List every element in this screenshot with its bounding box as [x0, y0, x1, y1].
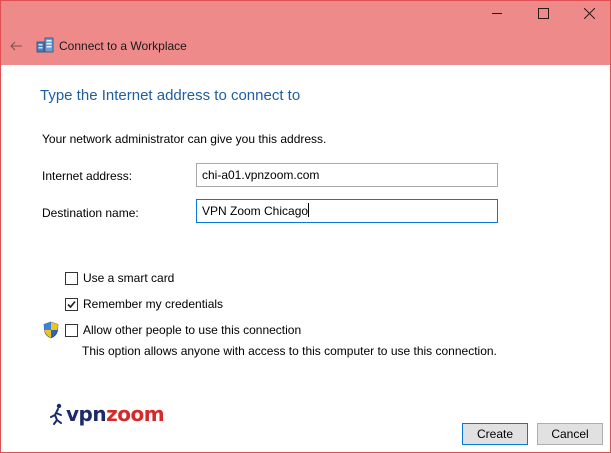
destination-name-value: VPN Zoom Chicago	[202, 204, 309, 218]
internet-address-value: chi-a01.vpnzoom.com	[202, 168, 320, 182]
minimize-icon	[492, 13, 502, 14]
checkmark-icon	[67, 300, 76, 308]
remember-credentials-checkbox[interactable]	[65, 297, 78, 311]
minimize-button[interactable]	[474, 1, 520, 25]
internet-address-input[interactable]: chi-a01.vpnzoom.com	[196, 163, 498, 187]
logo-text: vpnzoom	[66, 402, 165, 426]
admin-note: Your network administrator can give you …	[42, 132, 327, 146]
smart-card-label: Use a smart card	[83, 271, 175, 285]
destination-name-input[interactable]: VPN Zoom Chicago	[196, 199, 498, 223]
window-title: Connect to a Workplace	[59, 39, 187, 53]
destination-name-label: Destination name:	[42, 206, 139, 220]
allow-others-option[interactable]: Allow other people to use this connectio…	[65, 323, 301, 337]
back-button[interactable]	[7, 37, 25, 55]
remember-credentials-option[interactable]: Remember my credentials	[65, 297, 223, 311]
page-heading: Type the Internet address to connect to	[40, 87, 301, 104]
runner-figure-icon	[50, 403, 62, 425]
allow-others-checkbox[interactable]	[65, 323, 78, 337]
maximize-icon	[537, 7, 549, 19]
title-bar: Connect to a Workplace	[1, 1, 610, 65]
remember-credentials-label: Remember my credentials	[83, 297, 224, 311]
uac-shield-icon	[43, 321, 59, 339]
internet-address-label: Internet address:	[42, 169, 133, 183]
maximize-button[interactable]	[520, 1, 566, 25]
smart-card-option[interactable]: Use a smart card	[65, 271, 174, 285]
allow-others-label: Allow other people to use this connectio…	[83, 323, 302, 337]
network-workplace-icon	[36, 37, 54, 53]
create-button[interactable]: Create	[462, 423, 528, 445]
back-arrow-icon	[10, 41, 22, 51]
cancel-button[interactable]: Cancel	[537, 423, 603, 445]
allow-others-description: This option allows anyone with access to…	[82, 344, 497, 358]
smart-card-checkbox[interactable]	[65, 271, 78, 285]
text-caret	[308, 203, 310, 217]
connect-dialog: Connect to a Workplace Type the Internet…	[0, 0, 611, 453]
close-icon	[583, 7, 595, 19]
close-button[interactable]	[566, 1, 611, 25]
vpnzoom-logo: vpnzoom	[49, 402, 165, 426]
